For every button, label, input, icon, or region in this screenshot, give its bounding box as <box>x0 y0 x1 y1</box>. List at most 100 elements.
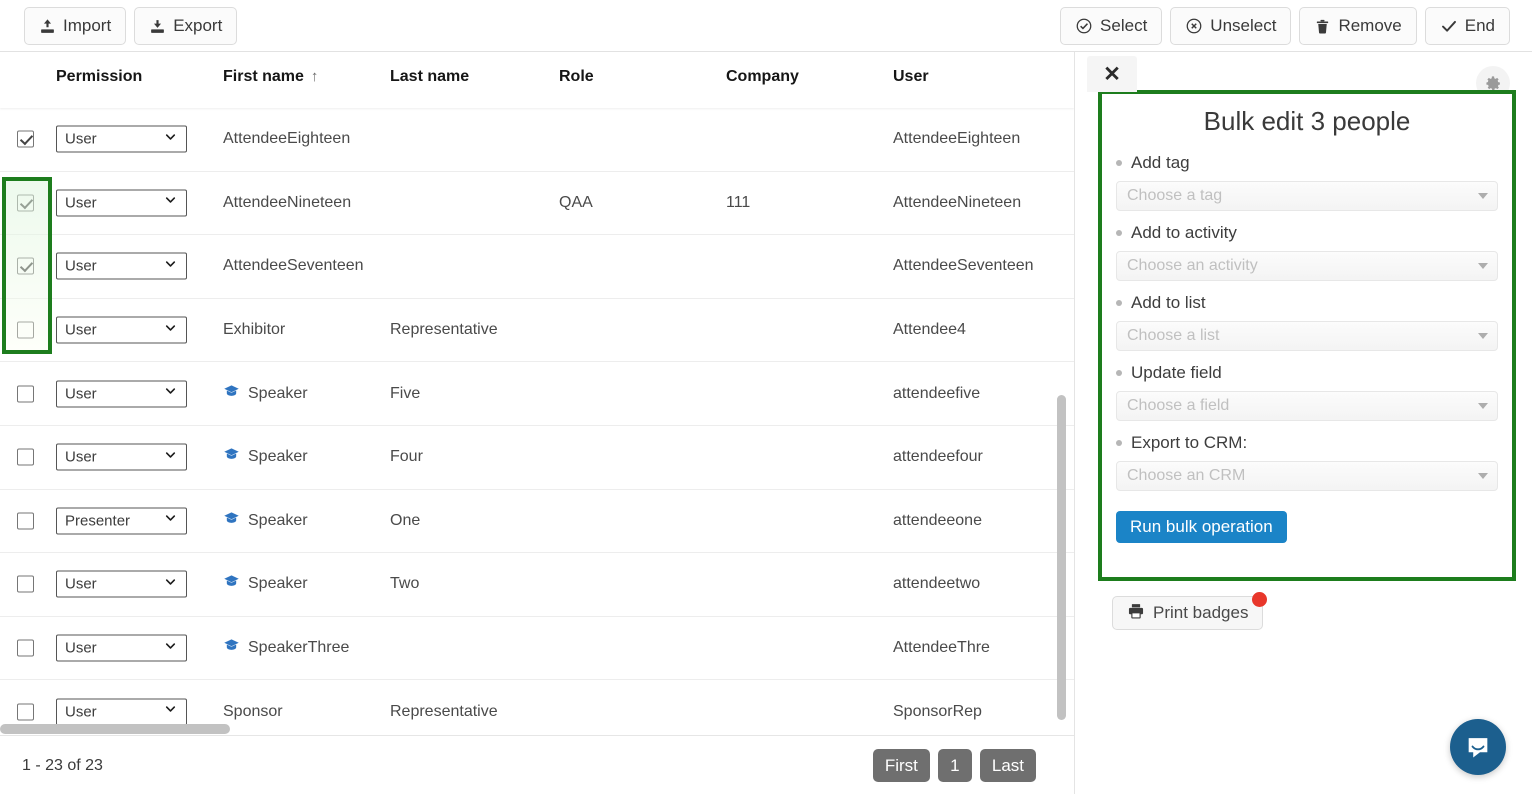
column-header-first-name[interactable]: First name ↑ <box>223 68 318 86</box>
permission-select[interactable]: UserPresenterStaffAdmin <box>56 507 187 535</box>
row-permission-cell[interactable]: UserPresenterStaffAdmin <box>56 634 187 662</box>
permission-select[interactable]: UserPresenterStaffAdmin <box>56 189 187 217</box>
add-to-activity-dropdown[interactable]: Choose an activity <box>1116 251 1498 281</box>
table-vertical-scrollbar[interactable] <box>1057 395 1066 720</box>
pagination-last-button[interactable]: Last <box>979 749 1036 782</box>
toolbar-right-group: Select Unselect Remove End <box>1060 7 1510 45</box>
table-row[interactable]: UserPresenterStaffAdmin AttendeeNineteen Q… <box>0 171 1074 236</box>
row-permission-cell[interactable]: UserPresenterStaffAdmin <box>56 507 187 535</box>
table-row[interactable]: UserPresenterStaffAdmin Speaker Five attend… <box>0 362 1074 426</box>
row-checkbox-cell[interactable] <box>17 257 34 275</box>
unselect-button-label: Unselect <box>1210 16 1277 35</box>
row-select-checkbox[interactable] <box>17 512 34 530</box>
row-permission-cell[interactable]: UserPresenterStaffAdmin <box>56 252 187 280</box>
sort-ascending-icon: ↑ <box>310 68 319 85</box>
row-select-checkbox[interactable] <box>17 321 34 339</box>
unselect-button[interactable]: Unselect <box>1170 7 1292 45</box>
table-row[interactable]: UserPresenterStaffAdmin Speaker One attende… <box>0 489 1074 554</box>
table-row[interactable]: UserPresenterStaffAdmin SpeakerThree Atten… <box>0 616 1074 681</box>
row-select-checkbox[interactable] <box>17 194 34 212</box>
row-select-checkbox[interactable] <box>17 257 34 275</box>
column-header-role[interactable]: Role <box>559 68 594 86</box>
row-select-checkbox[interactable] <box>17 639 34 657</box>
permission-select[interactable]: UserPresenterStaffAdmin <box>56 316 187 344</box>
chevron-down-icon <box>1478 333 1488 339</box>
print-badges-button[interactable]: Print badges <box>1112 592 1268 630</box>
row-checkbox-cell[interactable] <box>17 448 34 466</box>
update-field-dropdown[interactable]: Choose a field <box>1116 391 1498 421</box>
permission-select[interactable]: UserPresenterStaffAdmin <box>56 634 187 662</box>
add-tag-dropdown-placeholder: Choose a tag <box>1127 187 1223 204</box>
row-permission-cell[interactable]: UserPresenterStaffAdmin <box>56 570 187 598</box>
row-first-name-text: AttendeeNineteen <box>223 193 352 211</box>
row-permission-cell[interactable]: UserPresenterStaffAdmin <box>56 380 187 408</box>
row-select-checkbox[interactable] <box>17 130 34 148</box>
table-row[interactable]: UserPresenterStaffAdmin AttendeeEighteen A… <box>0 108 1074 172</box>
row-checkbox-cell[interactable] <box>17 321 34 339</box>
table-row[interactable]: UserPresenterStaffAdmin Speaker Four attend… <box>0 425 1074 490</box>
pagination-page-1-button[interactable]: 1 <box>937 749 972 782</box>
row-permission-cell[interactable]: UserPresenterStaffAdmin <box>56 443 187 471</box>
permission-select[interactable]: UserPresenterStaffAdmin <box>56 380 187 408</box>
row-select-checkbox[interactable] <box>17 575 34 593</box>
row-first-name-cell: Sponsor <box>223 703 283 721</box>
row-last-name-cell: Representative <box>390 321 498 339</box>
column-header-user[interactable]: User <box>893 68 929 86</box>
chevron-down-icon <box>1478 263 1488 269</box>
chat-bubble-icon[interactable] <box>1450 719 1506 775</box>
export-button[interactable]: Export <box>134 7 238 45</box>
bullet-icon <box>1116 300 1122 306</box>
bullet-icon <box>1116 440 1122 446</box>
row-permission-cell[interactable]: UserPresenterStaffAdmin <box>56 316 187 344</box>
permission-select[interactable]: UserPresenterStaffAdmin <box>56 252 187 280</box>
close-panel-button[interactable]: ✕ <box>1087 56 1137 92</box>
row-first-name-text: Speaker <box>248 575 308 593</box>
row-checkbox-cell[interactable] <box>17 575 34 593</box>
export-to-crm-dropdown[interactable]: Choose an CRM <box>1116 461 1498 491</box>
table-row[interactable]: UserPresenterStaffAdmin AttendeeSeventeen… <box>0 235 1074 299</box>
end-button[interactable]: End <box>1424 7 1510 45</box>
bulk-edit-title: Bulk edit 3 people <box>1203 106 1411 136</box>
remove-button-label: Remove <box>1338 16 1402 35</box>
import-button-label: Import <box>63 16 112 35</box>
column-header-last-name[interactable]: Last name <box>390 68 469 86</box>
row-checkbox-cell[interactable] <box>17 194 34 212</box>
row-permission-cell[interactable]: UserPresenterStaffAdmin <box>56 698 187 726</box>
row-first-name-text: AttendeeSeventeen <box>223 257 364 275</box>
add-to-list-label: Add to list <box>1116 293 1498 313</box>
row-checkbox-cell[interactable] <box>17 639 34 657</box>
row-select-checkbox[interactable] <box>17 385 34 403</box>
add-to-activity-dropdown-placeholder: Choose an activity <box>1127 257 1258 274</box>
top-toolbar: Import Export Select Unselect Remove End <box>0 0 1532 52</box>
row-select-checkbox[interactable] <box>17 703 34 721</box>
table-horizontal-scrollbar[interactable] <box>0 724 230 734</box>
permission-select[interactable]: UserPresenterStaffAdmin <box>56 570 187 598</box>
bulk-edit-form: Bulk edit 3 people Add tag Choose a tag … <box>1098 90 1516 581</box>
select-button[interactable]: Select <box>1060 7 1163 45</box>
row-checkbox-cell[interactable] <box>17 512 34 530</box>
table-row[interactable]: UserPresenterStaffAdmin Exhibitor Represen… <box>0 298 1074 363</box>
row-permission-cell[interactable]: UserPresenterStaffAdmin <box>56 125 187 153</box>
row-select-checkbox[interactable] <box>17 448 34 466</box>
add-to-activity-label: Add to activity <box>1116 223 1498 243</box>
permission-select[interactable]: UserPresenterStaffAdmin <box>56 125 187 153</box>
column-header-permission[interactable]: Permission <box>56 68 142 86</box>
row-checkbox-cell[interactable] <box>17 703 34 721</box>
row-permission-cell[interactable]: UserPresenterStaffAdmin <box>56 189 187 217</box>
remove-button[interactable]: Remove <box>1299 7 1417 45</box>
column-header-company[interactable]: Company <box>726 68 799 86</box>
pagination-first-button[interactable]: First <box>872 749 930 782</box>
table-row[interactable]: UserPresenterStaffAdmin Speaker Two attende… <box>0 553 1074 617</box>
add-to-list-dropdown[interactable]: Choose a list <box>1116 321 1498 351</box>
permission-select[interactable]: UserPresenterStaffAdmin <box>56 443 187 471</box>
row-checkbox-cell[interactable] <box>17 130 34 148</box>
permission-select[interactable]: UserPresenterStaffAdmin <box>56 698 187 726</box>
row-last-name-cell: Four <box>390 448 423 466</box>
row-user-cell: AttendeeThre <box>893 639 990 657</box>
row-checkbox-cell[interactable] <box>17 385 34 403</box>
import-button[interactable]: Import <box>24 7 127 45</box>
add-tag-dropdown[interactable]: Choose a tag <box>1116 181 1498 211</box>
bulk-edit-side-panel: ✕ Bulk edit 3 people Add tag Choose a ta… <box>1074 52 1532 794</box>
download-icon <box>149 18 166 35</box>
run-bulk-operation-button[interactable]: Run bulk operation <box>1116 511 1287 543</box>
